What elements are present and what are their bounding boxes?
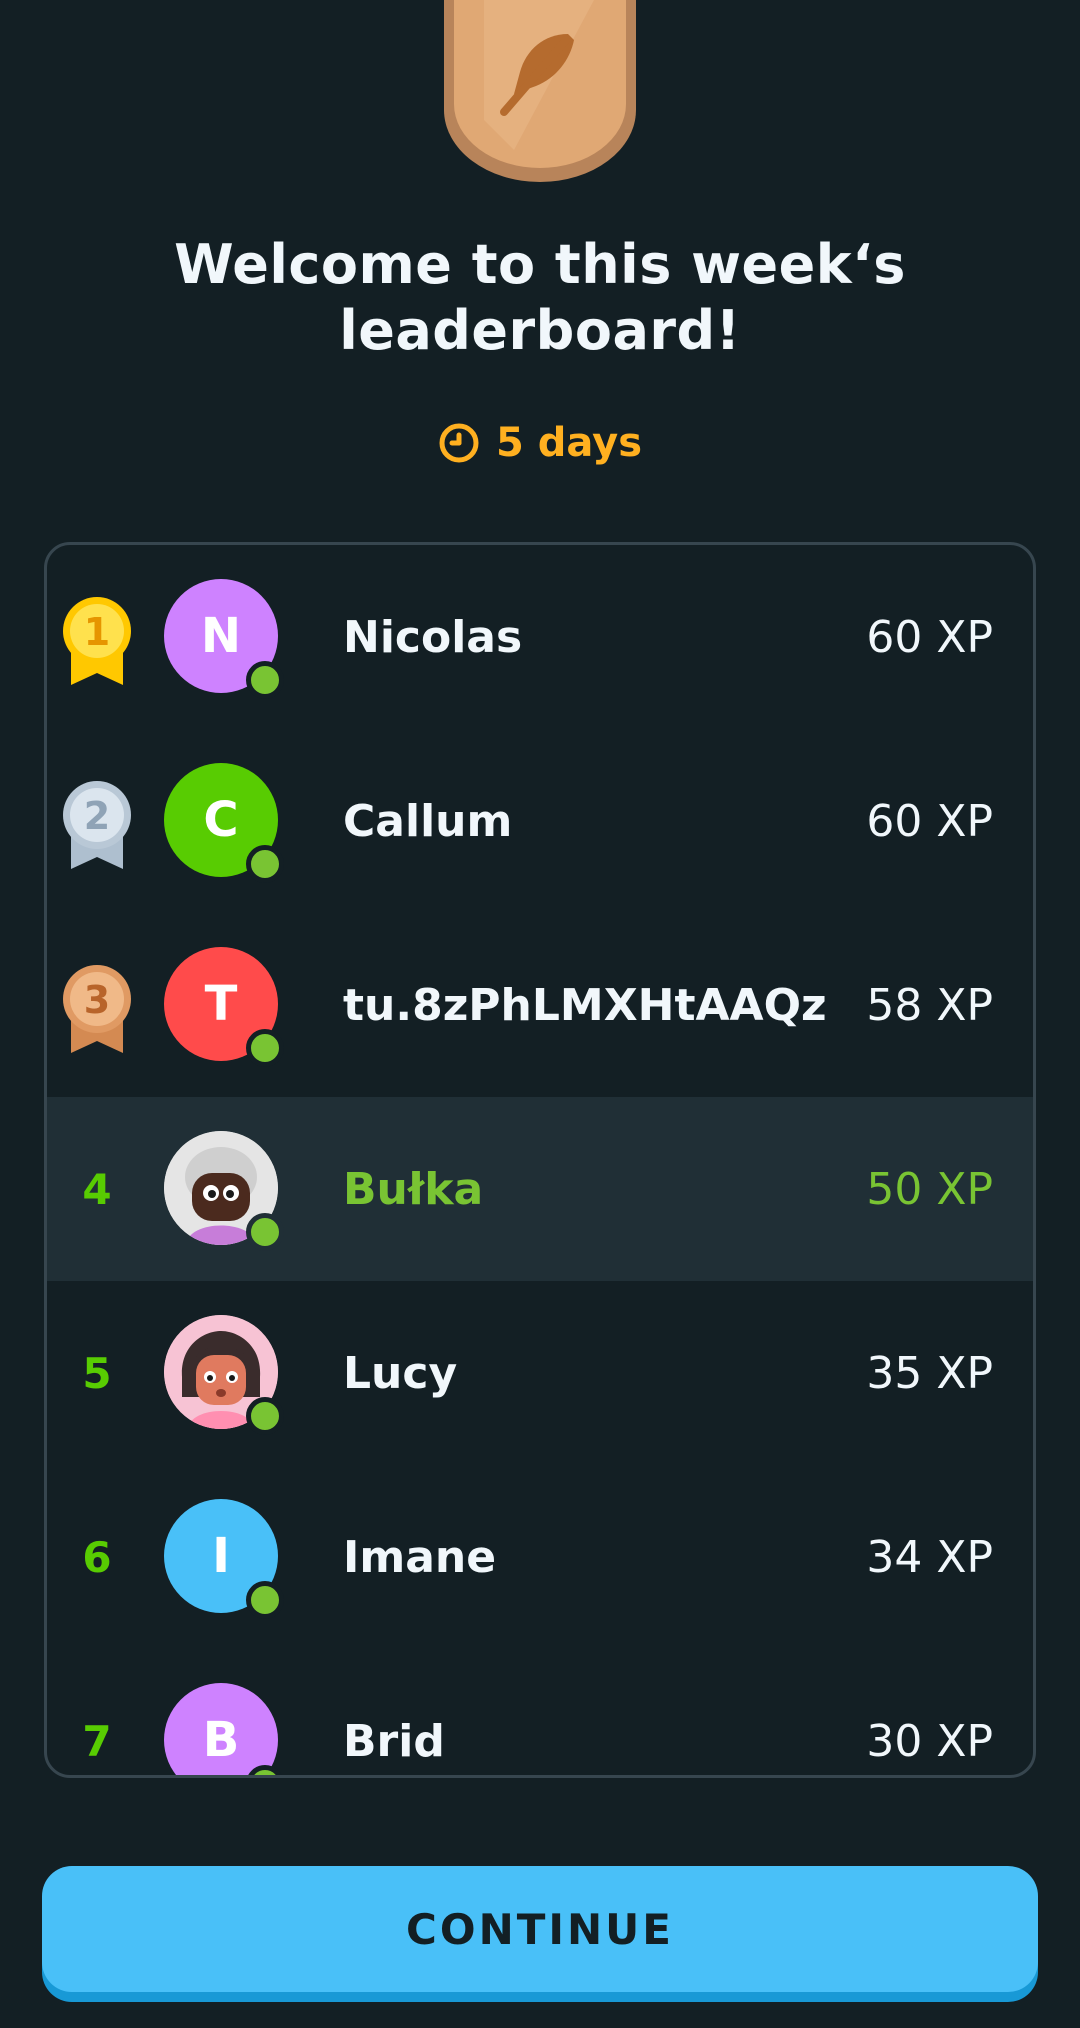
svg-text:1: 1 xyxy=(84,610,110,654)
online-status-dot xyxy=(246,1397,284,1435)
user-xp: 60 XP xyxy=(866,611,993,663)
user-xp: 50 XP xyxy=(866,1163,993,1215)
title-line-1: Welcome to this week‘s xyxy=(174,233,906,296)
user-name: Bułka xyxy=(343,1163,484,1215)
time-remaining: 5 days xyxy=(0,420,1080,466)
user-xp: 60 XP xyxy=(866,795,993,847)
clock-icon xyxy=(439,423,479,463)
bronze-league-badge-icon xyxy=(444,0,636,182)
gold-medal-icon: 1 xyxy=(63,597,131,685)
leaderboard-row[interactable]: 2 C Callum 60 XP xyxy=(47,729,1033,913)
leaderboard-row[interactable]: 7 B Brid 30 XP xyxy=(47,1649,1033,1775)
user-xp: 34 XP xyxy=(866,1531,993,1583)
user-xp: 35 XP xyxy=(866,1347,993,1399)
online-status-dot xyxy=(246,845,284,883)
rank-number: 5 xyxy=(82,1348,112,1398)
page-title: Welcome to this week‘s leaderboard! xyxy=(0,232,1080,364)
user-xp: 30 XP xyxy=(866,1715,993,1767)
user-name: Callum xyxy=(343,795,513,847)
continue-button[interactable]: CONTINUE xyxy=(42,1866,1038,1992)
avatar[interactable]: B xyxy=(164,1683,278,1775)
user-name: Imane xyxy=(343,1531,497,1583)
leaderboard-screen: Welcome to this week‘s leaderboard! 5 da… xyxy=(0,0,1080,2028)
online-status-dot xyxy=(246,1029,284,1067)
rank-number: 7 xyxy=(82,1716,112,1766)
svg-text:2: 2 xyxy=(84,794,110,838)
leaderboard-list: 1 N Nicolas 60 XP 2 C Callum 60 XP 3 T t… xyxy=(44,542,1036,1778)
user-name: Brid xyxy=(343,1715,445,1767)
user-name: Nicolas xyxy=(343,611,523,663)
rank-number: 4 xyxy=(82,1164,112,1214)
timer-text: 5 days xyxy=(495,420,643,466)
rank-number: 6 xyxy=(82,1532,112,1582)
online-status-dot xyxy=(246,661,284,699)
leaderboard-row[interactable]: 5 Lucy 35 XP xyxy=(47,1281,1033,1465)
user-name: Lucy xyxy=(343,1347,458,1399)
leaderboard-row[interactable]: 1 N Nicolas 60 XP xyxy=(47,545,1033,729)
svg-text:3: 3 xyxy=(84,978,110,1022)
user-xp: 58 XP xyxy=(866,979,993,1031)
online-status-dot xyxy=(246,1581,284,1619)
title-line-2: leaderboard! xyxy=(339,299,741,362)
leaderboard-row[interactable]: 3 T tu.8zPhLMXHtAAQz 58 XP xyxy=(47,913,1033,1097)
leaderboard-row[interactable]: 6 I Imane 34 XP xyxy=(47,1465,1033,1649)
bronze-medal-icon: 3 xyxy=(63,965,131,1053)
online-status-dot xyxy=(246,1213,284,1251)
silver-medal-icon: 2 xyxy=(63,781,131,869)
leaderboard-row-current-user[interactable]: 4 Bułka 50 XP xyxy=(47,1097,1033,1281)
user-name: tu.8zPhLMXHtAAQz xyxy=(343,979,827,1031)
league-badge xyxy=(444,0,636,182)
